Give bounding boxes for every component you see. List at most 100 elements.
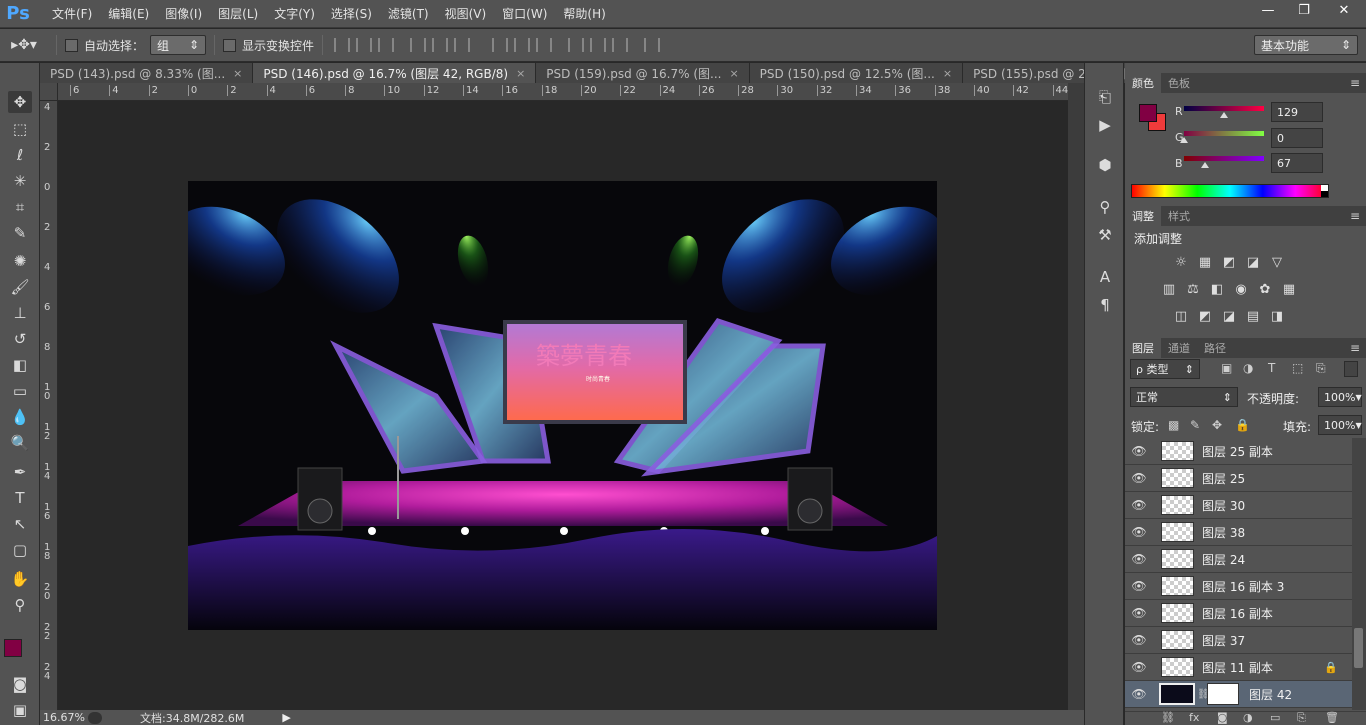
tool-presets-icon[interactable]: ⚒ [1095, 225, 1115, 245]
layer-row[interactable]: 👁 图层 38 [1125, 519, 1352, 546]
tab-styles[interactable]: 样式 [1161, 206, 1197, 226]
posterize-icon[interactable]: ◩ [1196, 308, 1214, 324]
slider-track-b[interactable] [1184, 156, 1264, 161]
close-icon[interactable]: × [729, 67, 738, 80]
menu-view[interactable]: 视图(V) [437, 0, 495, 28]
actions-play-icon[interactable]: ▶ [1095, 115, 1115, 135]
opacity-field[interactable]: 100% ▼ [1318, 387, 1362, 407]
stamp-tool-icon[interactable]: ⊥ [8, 302, 32, 324]
ramp-black-chip[interactable] [1321, 191, 1328, 197]
photo-filter-icon[interactable]: ◉ [1232, 281, 1250, 297]
status-info-icon[interactable] [88, 711, 102, 724]
document-tab[interactable]: PSD (159).psd @ 16.7% (图... × [536, 63, 750, 83]
auto-align-icon[interactable] [644, 38, 661, 52]
curves-icon[interactable]: ◩ [1220, 254, 1238, 270]
path-select-icon[interactable]: ↖ [8, 513, 32, 535]
menu-select[interactable]: 选择(S) [323, 0, 380, 28]
ruler-origin[interactable] [40, 83, 58, 101]
filter-smart-object-icon[interactable]: ⎘ [1316, 361, 1326, 376]
layer-row[interactable]: 👁 图层 25 [1125, 465, 1352, 492]
menu-edit[interactable]: 编辑(E) [100, 0, 157, 28]
align-left-icon[interactable] [410, 38, 427, 52]
tab-swatches[interactable]: 色板 [1161, 73, 1197, 93]
menu-image[interactable]: 图像(I) [157, 0, 210, 28]
auto-select-dropdown[interactable]: 组 ⇕ [150, 35, 207, 55]
slider-thumb-g[interactable] [1180, 137, 1188, 143]
tab-adjustments[interactable]: 调整 [1125, 206, 1161, 226]
brightness-contrast-icon[interactable]: ☼ [1172, 254, 1190, 270]
gradient-map-icon[interactable]: ▤ [1244, 308, 1262, 324]
eraser-tool-icon[interactable]: ◧ [8, 354, 32, 376]
zoom-level[interactable]: 16.67% [40, 711, 88, 724]
tab-color[interactable]: 颜色 [1125, 73, 1161, 93]
eye-icon[interactable]: 👁 [1125, 525, 1153, 539]
restore-button[interactable]: ❐ [1286, 0, 1322, 20]
menu-file[interactable]: 文件(F) [44, 0, 100, 28]
align-right-icon[interactable] [454, 38, 471, 52]
align-bottom-icon[interactable] [378, 38, 395, 52]
eye-icon[interactable]: 👁 [1125, 498, 1153, 512]
minimize-button[interactable]: — [1250, 0, 1286, 20]
channel-value-g[interactable]: 0 [1271, 128, 1323, 148]
history-brush-icon[interactable]: ↺ [8, 328, 32, 350]
move-tool-preset-icon[interactable]: ▸✥▾ [0, 37, 48, 53]
distribute-vcenter-icon[interactable] [514, 38, 531, 52]
character-icon[interactable]: A [1095, 267, 1115, 287]
align-vcenter-icon[interactable] [356, 38, 373, 52]
layer-row[interactable]: 👁 图层 37 [1125, 627, 1352, 654]
tab-paths[interactable]: 路径 [1197, 338, 1233, 358]
channel-value-r[interactable]: 129 [1271, 102, 1323, 122]
crop-tool-icon[interactable]: ⌗ [8, 196, 32, 218]
lock-pixels-icon[interactable]: ✎ [1190, 418, 1200, 432]
invert-icon[interactable]: ◫ [1172, 308, 1190, 324]
pen-tool-icon[interactable]: ✒ [8, 461, 32, 483]
tab-channels[interactable]: 通道 [1161, 338, 1197, 358]
channel-value-b[interactable]: 67 [1271, 153, 1323, 173]
type-tool-icon[interactable]: T [8, 487, 32, 509]
panel-menu-icon[interactable]: ≡ [1350, 209, 1360, 223]
eye-icon[interactable]: 👁 [1125, 471, 1153, 485]
marquee-tool-icon[interactable]: ⬚ [8, 118, 32, 140]
healing-brush-icon[interactable]: ✺ [8, 250, 32, 272]
layer-row[interactable]: 👁 图层 24 [1125, 546, 1352, 573]
workspace-dropdown[interactable]: 基本功能 ⇕ [1254, 35, 1358, 55]
selective-color-icon[interactable]: ◨ [1268, 308, 1286, 324]
hue-saturation-icon[interactable]: ▥ [1160, 281, 1178, 297]
link-layers-icon[interactable]: ⛓ [1161, 711, 1175, 724]
hand-tool-icon[interactable]: ✋ [8, 568, 32, 590]
color-balance-icon[interactable]: ⚖ [1184, 281, 1202, 297]
filter-pixel-icon[interactable]: ▣ [1221, 361, 1232, 375]
close-icon[interactable]: × [516, 67, 525, 80]
history-icon[interactable]: ⎗ [1095, 87, 1115, 107]
color-lookup-icon[interactable]: ▦ [1280, 281, 1298, 297]
tab-layers[interactable]: 图层 [1125, 338, 1161, 358]
document-tab[interactable]: PSD (143).psd @ 8.33% (图... × [40, 63, 254, 83]
menu-filter[interactable]: 滤镜(T) [380, 0, 437, 28]
channel-mixer-icon[interactable]: ✿ [1256, 281, 1274, 297]
close-button[interactable]: ✕ [1322, 0, 1366, 20]
status-menu-arrow-icon[interactable]: ▶ [282, 711, 290, 724]
distribute-right-icon[interactable] [612, 38, 629, 52]
auto-select-checkbox[interactable] [65, 38, 78, 52]
eye-icon[interactable]: 👁 [1125, 606, 1153, 620]
black-white-icon[interactable]: ◧ [1208, 281, 1226, 297]
screen-mode-icon[interactable]: ▣ [8, 699, 32, 721]
document-tab[interactable]: PSD (150).psd @ 12.5% (图... × [749, 63, 964, 83]
new-group-icon[interactable]: ▭ [1270, 711, 1280, 724]
lock-transparent-icon[interactable]: ▩ [1168, 418, 1179, 432]
layer-row[interactable]: 👁 图层 11 副本 🔒 [1125, 654, 1352, 681]
quick-mask-icon[interactable]: ◙ [8, 673, 32, 695]
eyedropper-tool-icon[interactable]: ✎ [8, 222, 32, 244]
new-adjustment-icon[interactable]: ◑ [1243, 711, 1253, 724]
magic-wand-icon[interactable]: ✳ [8, 170, 32, 192]
eye-icon[interactable]: 👁 [1125, 633, 1153, 647]
menu-help[interactable]: 帮助(H) [555, 0, 613, 28]
slider-track-g[interactable] [1184, 131, 1264, 136]
3d-icon[interactable]: ⬢ [1095, 155, 1115, 175]
layer-filter-dropdown[interactable]: ρ 类型 ⇕ [1130, 359, 1200, 379]
paragraph-icon[interactable]: ¶ [1095, 295, 1115, 315]
foreground-color-swatch[interactable] [4, 639, 22, 657]
panel-menu-icon[interactable]: ≡ [1350, 76, 1360, 90]
slider-track-r[interactable] [1184, 106, 1264, 111]
menu-layer[interactable]: 图层(L) [210, 0, 266, 28]
